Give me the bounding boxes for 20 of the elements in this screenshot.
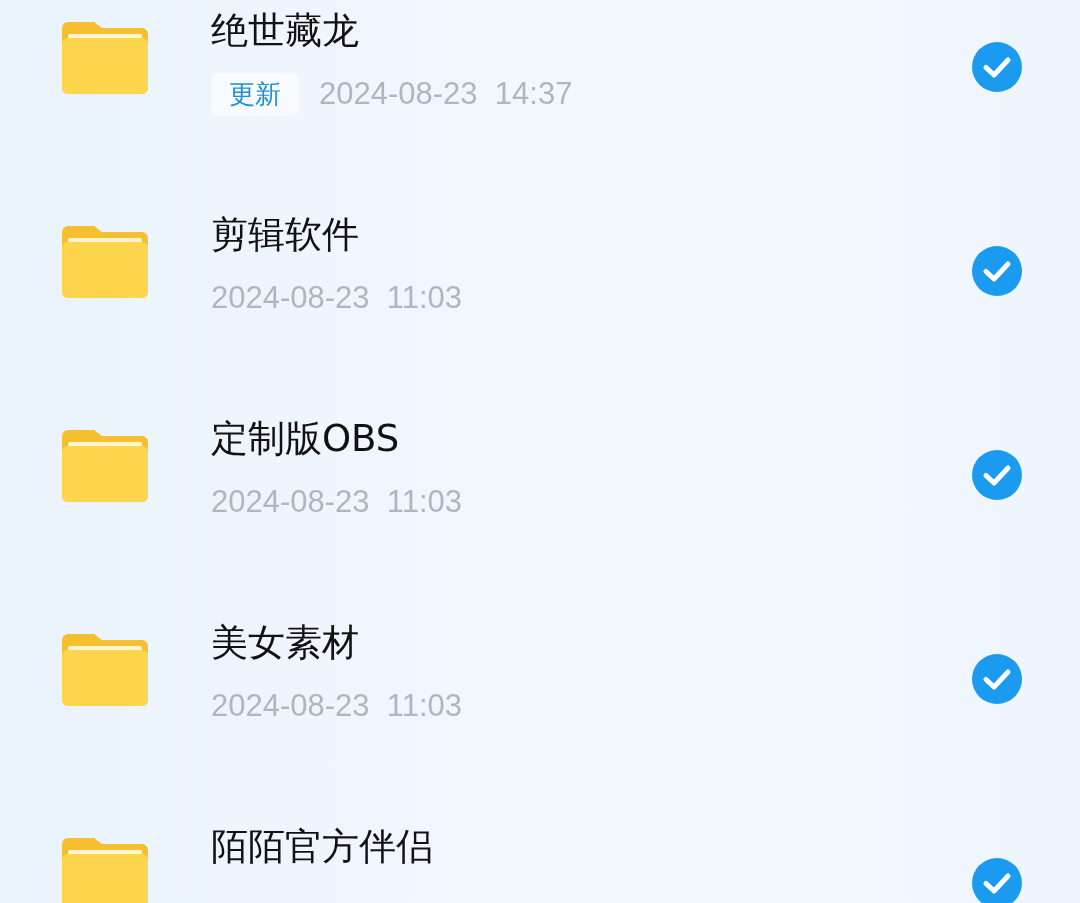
modified-date: 2024-08-23 11:03 — [211, 483, 463, 521]
checkbox[interactable] — [972, 42, 1022, 92]
modified-date: 2024-08-23 14:37 — [319, 75, 573, 113]
folder-name: 绝世藏龙 — [211, 8, 360, 54]
folder-name: 陌陌官方伴侣 — [211, 824, 434, 870]
folder-icon — [62, 838, 148, 903]
folder-name: 美女素材 — [211, 620, 360, 666]
checkbox[interactable] — [972, 246, 1022, 296]
update-tag: 更新 — [211, 72, 299, 116]
modified-date: 2024-08-23 11:03 — [211, 687, 463, 725]
folder-name: 剪辑软件 — [211, 212, 360, 258]
checkbox[interactable] — [972, 654, 1022, 704]
checkbox[interactable] — [972, 450, 1022, 500]
modified-date: 2024-08-23 11:03 — [211, 279, 463, 317]
folder-icon — [62, 22, 148, 94]
folder-icon — [62, 430, 148, 502]
folder-icon — [62, 226, 148, 298]
folder-name: 定制版OBS — [211, 416, 401, 462]
checkbox[interactable] — [972, 858, 1022, 903]
folder-icon — [62, 634, 148, 706]
